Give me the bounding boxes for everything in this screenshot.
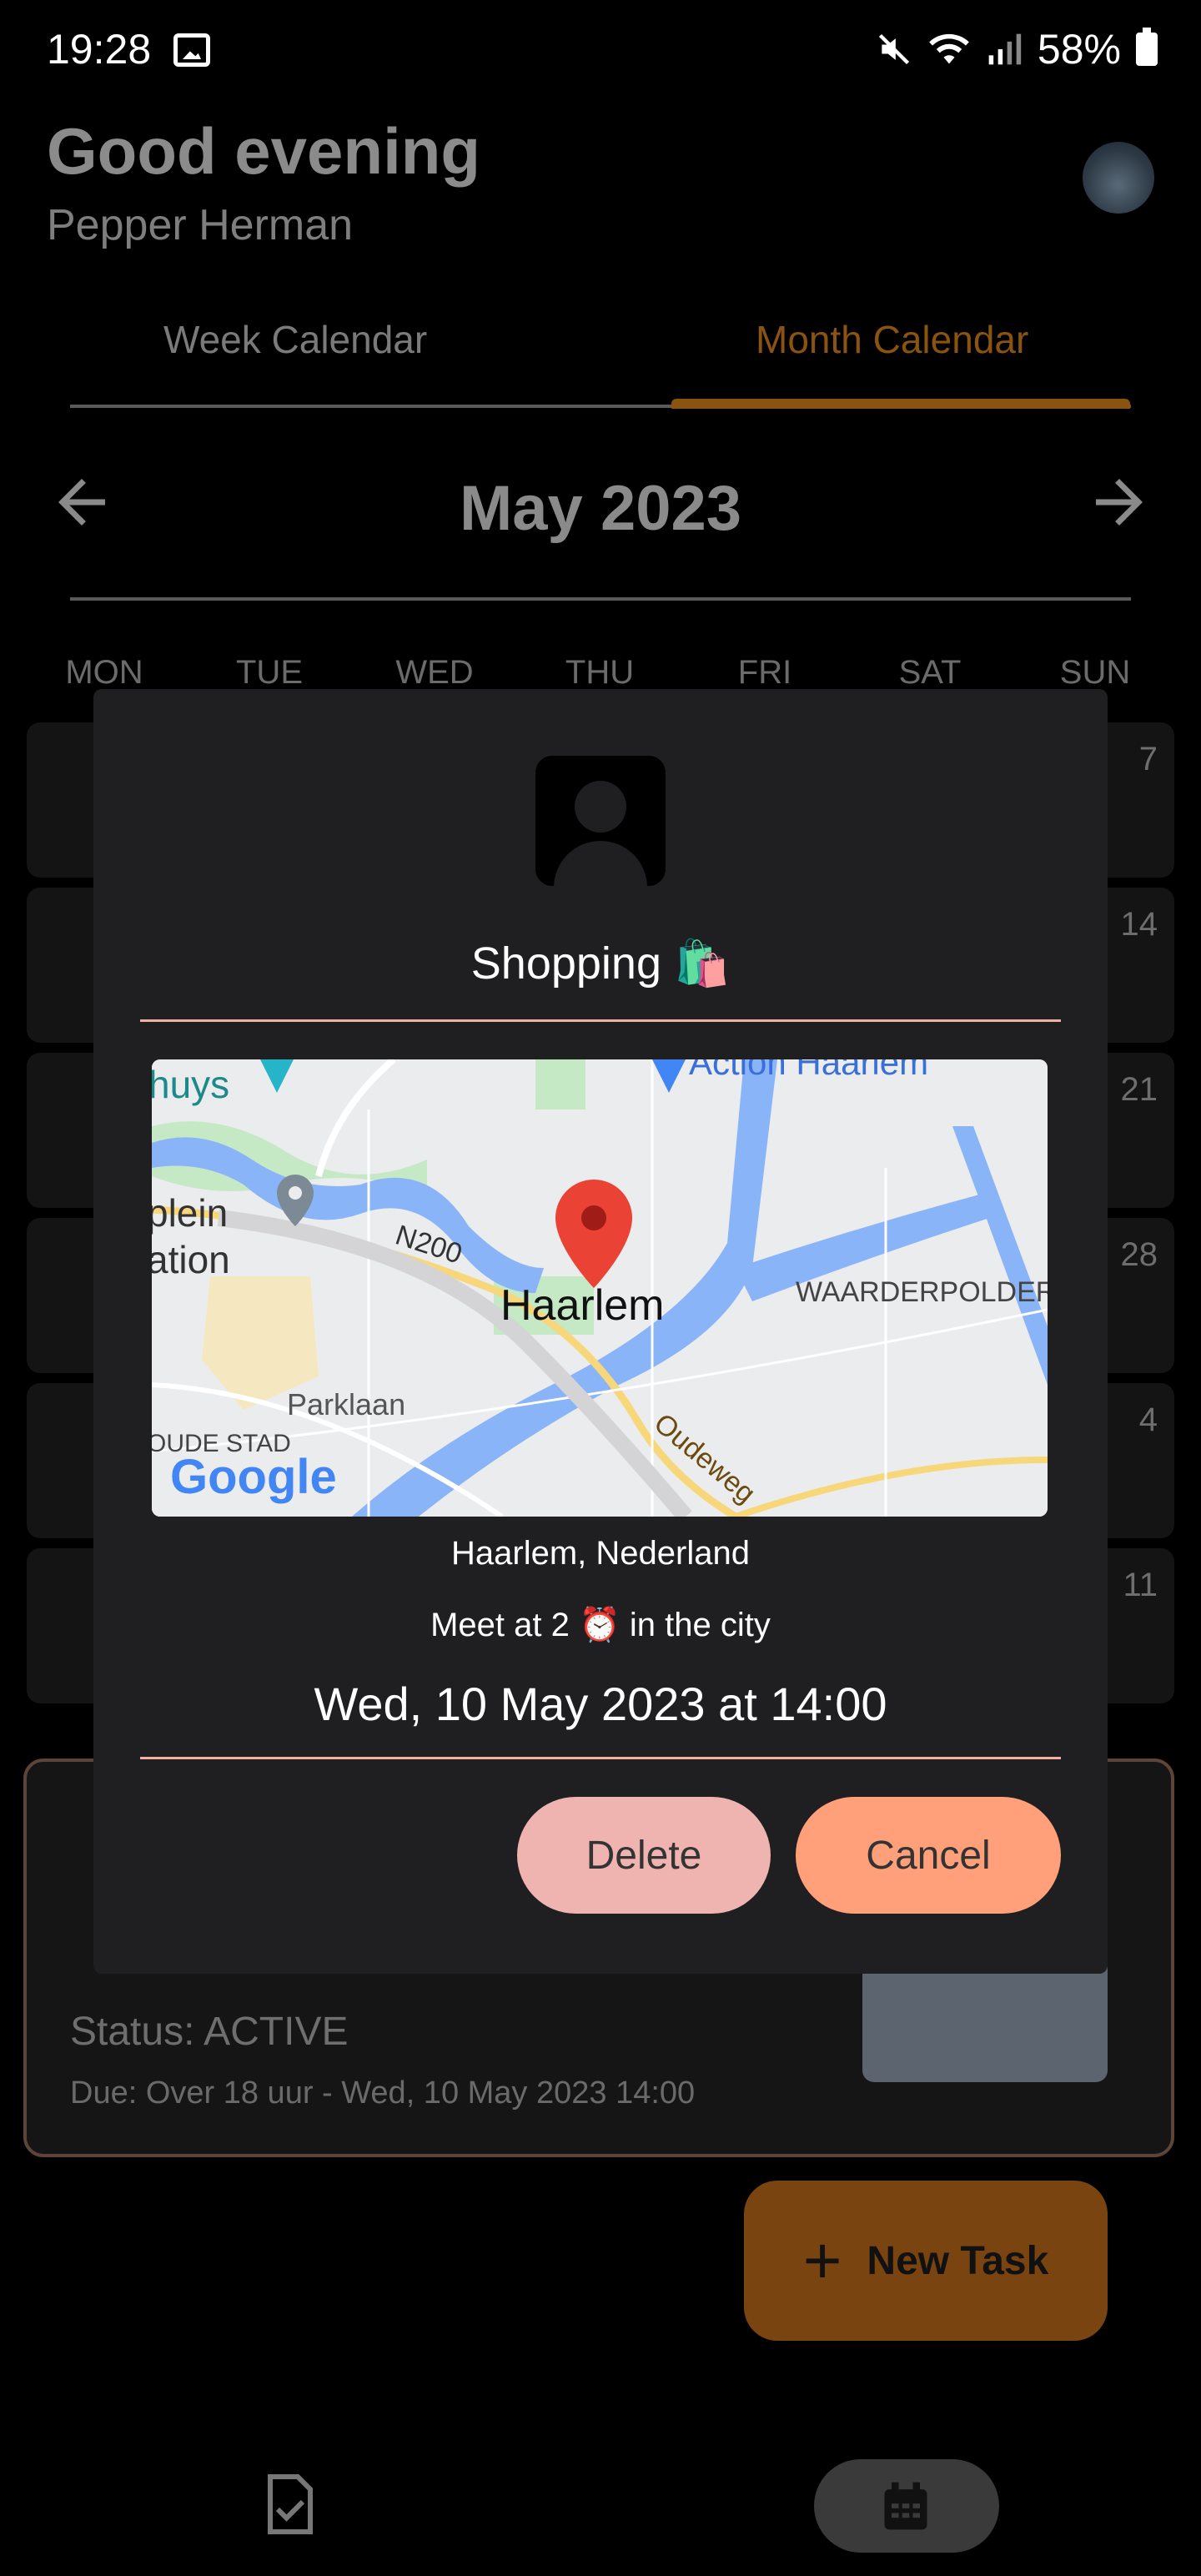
delete-button[interactable]: Delete <box>517 1797 771 1914</box>
dialog-divider-top <box>140 1019 1061 1022</box>
dialog-divider-bottom <box>140 1757 1061 1759</box>
calendar-icon <box>877 2478 934 2534</box>
tab-week-calendar[interactable]: Week Calendar <box>163 317 427 362</box>
map-label-poi: Action Haarlem <box>689 1059 928 1082</box>
map-label-frag3: ation <box>152 1238 230 1281</box>
dialog-location: Haarlem, Nederland <box>451 1535 750 1572</box>
user-name: Pepper Herman <box>47 201 354 249</box>
weekday-label: FRI <box>737 654 792 691</box>
next-month-button[interactable] <box>1084 467 1154 554</box>
day-number: 14 <box>1120 906 1158 943</box>
task-due: Due: Over 18 uur - Wed, 10 May 2023 14:0… <box>70 2075 696 2111</box>
day-number: 7 <box>1138 741 1158 777</box>
signal-icon <box>988 33 1022 65</box>
person-placeholder-icon <box>535 756 666 886</box>
month-title: May 2023 <box>459 473 742 544</box>
dialog-title: Shopping 🛍️ <box>470 938 731 989</box>
day-number: 21 <box>1120 1071 1158 1108</box>
map-label-place: Haarlem <box>500 1281 665 1330</box>
task-checklist-icon <box>268 2474 313 2534</box>
avatar[interactable] <box>1083 142 1154 214</box>
task-status: Status: ACTIVE <box>70 2010 349 2054</box>
mute-icon <box>878 33 909 65</box>
day-number: 11 <box>1123 1567 1158 1603</box>
new-task-label: New Task <box>867 2238 1049 2283</box>
weekday-label: WED <box>395 654 474 691</box>
weekday-label: MON <box>65 654 143 691</box>
map-label-frag2: plein <box>152 1191 228 1235</box>
weekday-label: THU <box>565 654 635 691</box>
tab-month-calendar[interactable]: Month Calendar <box>756 317 1028 362</box>
map-label-frag1: huys <box>152 1063 229 1106</box>
status-indicators: 58% <box>876 25 1158 73</box>
weekday-label: SAT <box>898 654 962 691</box>
gallery-notification-icon <box>173 33 210 67</box>
wifi-icon <box>929 33 969 64</box>
new-task-button[interactable]: + New Task <box>744 2181 1108 2341</box>
greeting-title: Good evening <box>47 114 481 188</box>
arrow-right-icon <box>1096 479 1143 526</box>
map-label-district1: WAARDERPOLDER <box>796 1276 1048 1308</box>
weekday-label: TUE <box>236 654 303 691</box>
weekday-label: SUN <box>1059 654 1131 691</box>
nav-tasks-button[interactable] <box>265 2474 315 2534</box>
battery-percent: 58% <box>1037 26 1121 73</box>
battery-icon <box>1136 28 1158 66</box>
dialog-description: Meet at 2 ⏰ in the city <box>430 1607 771 1643</box>
day-number: 4 <box>1138 1401 1158 1438</box>
day-number: 28 <box>1120 1236 1158 1273</box>
status-time: 19:28 <box>47 26 152 73</box>
google-logo: Google <box>170 1450 337 1504</box>
cancel-button[interactable]: Cancel <box>796 1797 1061 1914</box>
dialog-datetime: Wed, 10 May 2023 at 14:00 <box>314 1678 887 1730</box>
map-label-road2: Parklaan <box>287 1387 405 1421</box>
month-divider <box>70 597 1131 601</box>
tab-active-indicator <box>671 399 1130 409</box>
plus-icon: + <box>802 2223 842 2297</box>
location-map[interactable]: Haarlem Action Haarlem N200 Parklaan Oud… <box>152 1059 1048 1517</box>
